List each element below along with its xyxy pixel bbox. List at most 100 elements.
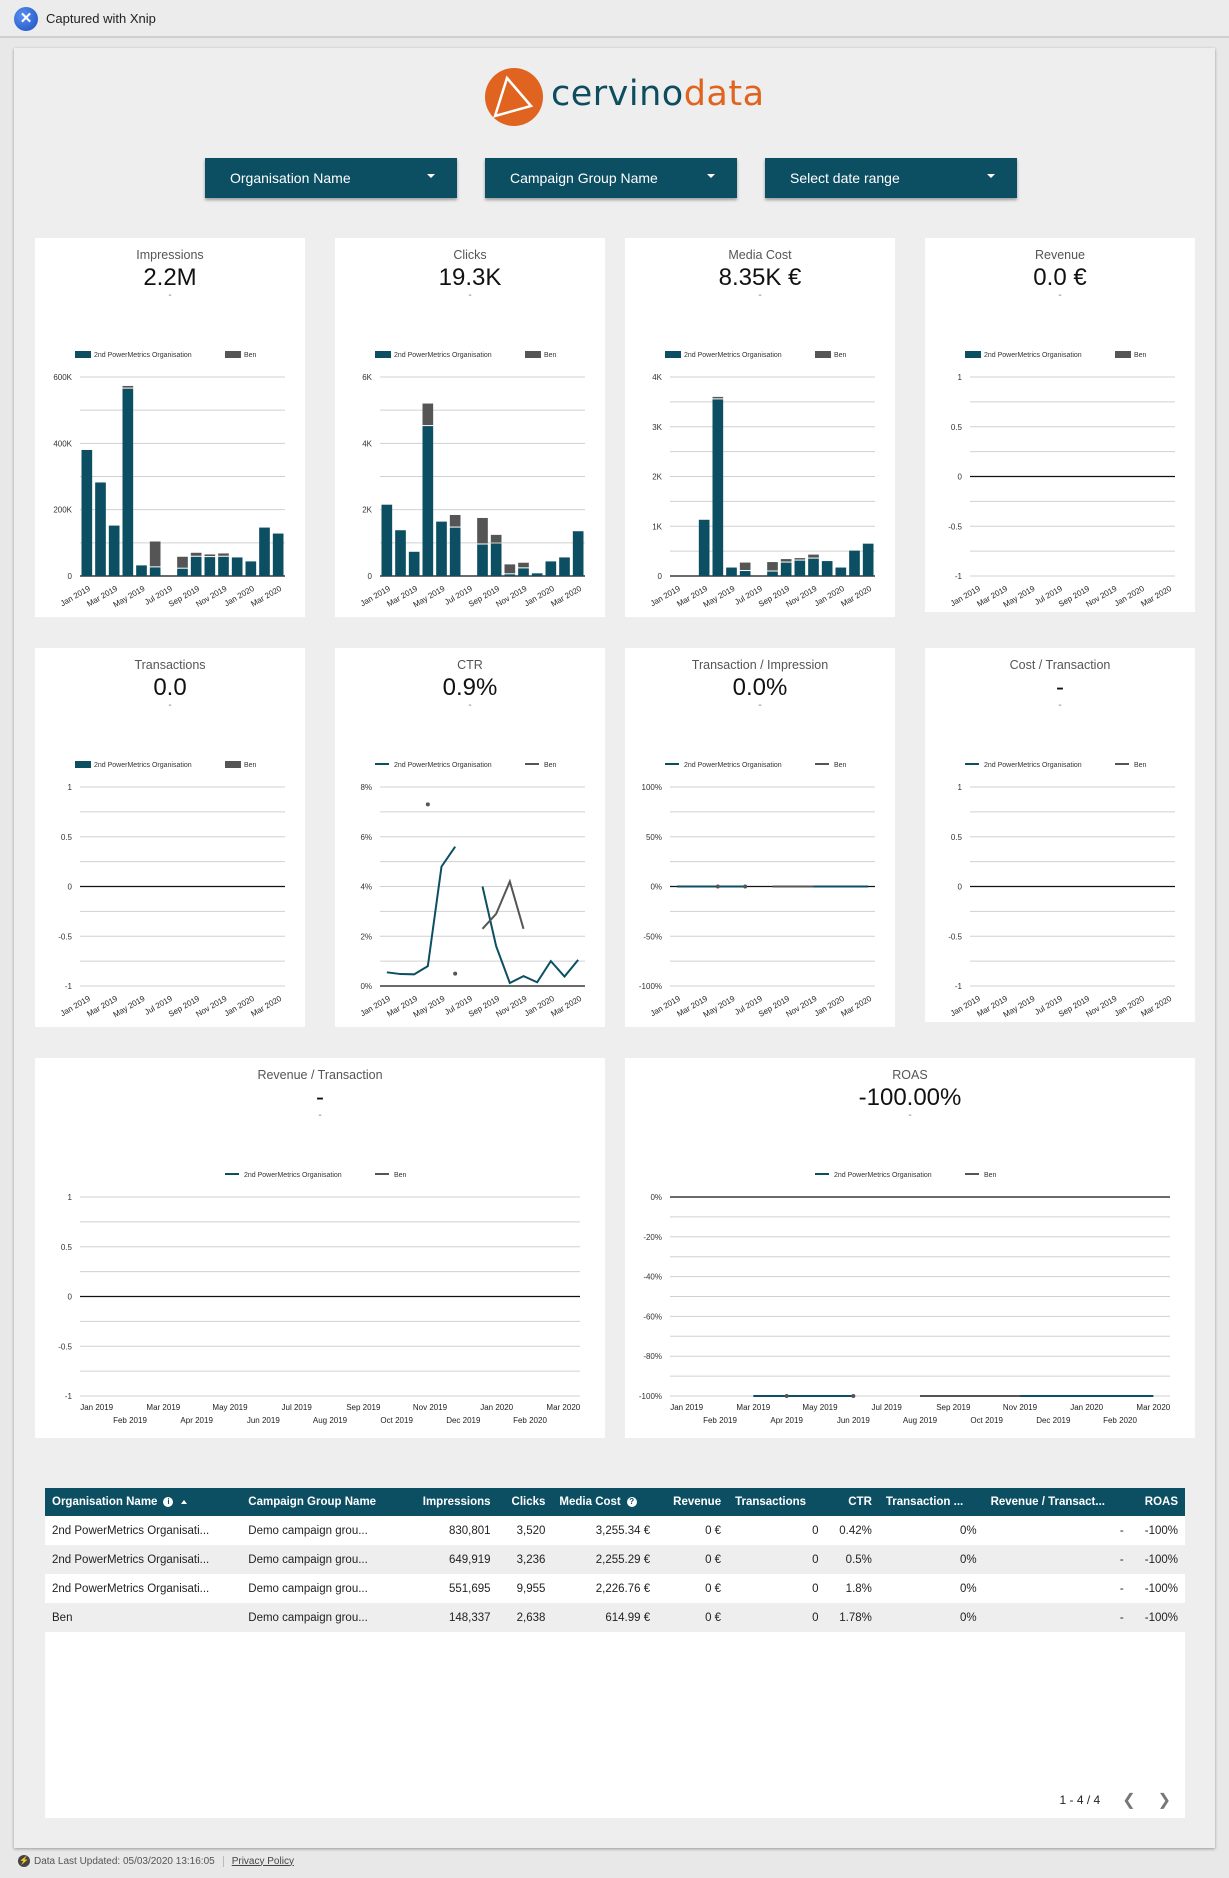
line-point [851,1394,856,1398]
y-tick-label: 0% [650,1193,662,1202]
bar-series1 [726,567,737,576]
sort-ascending-icon[interactable] [181,1499,188,1504]
bar-series1 [108,525,120,576]
table-cell: 0 [728,1516,826,1545]
bar-series1 [712,399,724,576]
x-tick-label: May 2019 [412,994,447,1020]
footer: ⚡ Data Last Updated: 05/03/2020 13:16:05… [18,1855,294,1867]
column-header[interactable]: Organisation Name i [45,1488,242,1516]
bar-series1 [149,567,161,576]
x-tick-label: Jul 2019 [872,1403,903,1412]
y-tick-label: -1 [955,572,963,581]
y-tick-label: 1 [958,373,963,382]
privacy-policy-link[interactable]: Privacy Policy [232,1856,294,1867]
y-tick-label: 0 [68,572,73,581]
bar-series1 [177,568,188,576]
legend-label: 2nd PowerMetrics Organisation [394,762,492,769]
chart-legend: 2nd PowerMetrics Organisation Ben [375,762,557,769]
y-tick-label: -0.5 [948,932,962,941]
info-icon[interactable]: ? [626,1496,637,1507]
y-tick-label: 2K [652,473,662,482]
x-tick-label: Nov 2019 [413,1403,448,1412]
bar-series2 [218,553,229,556]
clicks-card: Clicks 19.3K - 2nd PowerMetrics Organisa… [335,238,605,617]
x-tick-label: May 2019 [702,994,737,1020]
column-header[interactable]: Impressions [403,1488,498,1516]
legend-label: 2nd PowerMetrics Organisation [394,352,492,359]
chart-legend: 2nd PowerMetrics Organisation Ben [665,762,847,769]
table-cell: 9,955 [497,1574,553,1603]
chart-legend: 2nd PowerMetrics Organisation Ben [375,351,557,359]
legend-label: Ben [834,762,847,769]
column-header[interactable]: CTR [825,1488,879,1516]
column-header[interactable]: Transactions [728,1488,826,1516]
window-title: Captured with Xnip [46,11,156,26]
table-cell: 0 [728,1574,826,1603]
column-header[interactable]: Revenue / Transact... [983,1488,1131,1516]
legend-label: Ben [394,1172,407,1179]
bar-series1 [422,426,434,576]
legend-label: Ben [244,762,257,769]
y-tick-label: -0.5 [58,932,72,941]
x-tick-label: Mar 2019 [146,1403,180,1412]
y-tick-label: 1K [652,522,662,531]
table-row[interactable]: Ben Demo campaign grou... 148,337 2,638 614.… [45,1603,1185,1632]
table-cell: 1.8% [825,1574,879,1603]
legend-label: 2nd PowerMetrics Organisation [684,352,782,359]
column-header-label: Campaign Group Name [248,1496,377,1508]
column-header[interactable]: Campaign Group Name [241,1488,404,1516]
x-tick-label: Nov 2019 [494,584,529,609]
table-cell: Demo campaign grou... [241,1545,404,1574]
info-icon[interactable]: i [163,1496,174,1507]
organisation-name-filter[interactable]: Organisation Name [205,158,457,198]
legend-label: 2nd PowerMetrics Organisation [244,1172,342,1179]
legend-label: Ben [1134,762,1147,769]
table-row[interactable]: 2nd PowerMetrics Organisati... Demo campa… [45,1516,1185,1545]
x-tick-label: Jan 2019 [670,1403,703,1412]
x-tick-label: Mar 2020 [839,584,873,609]
table-cell: 2,226.76 € [552,1574,658,1603]
x-tick-label: Mar 2020 [549,994,583,1019]
txn_per_impr-chart: 2nd PowerMetrics Organisation Ben -100% -50… [639,762,875,1020]
prev-page-icon[interactable]: ❮ [1122,1790,1135,1810]
table-cell: 0 [728,1545,826,1574]
x-tick-label: Jun 2019 [247,1416,280,1425]
bar-series1 [218,556,229,576]
table-row[interactable]: 2nd PowerMetrics Organisati... Demo campa… [45,1574,1185,1603]
y-tick-label: 0 [958,473,963,482]
table-row[interactable]: 2nd PowerMetrics Organisati... Demo campa… [45,1545,1185,1574]
bar-series1 [259,527,270,576]
caret-down-icon [987,174,995,178]
column-header[interactable]: Media Cost? [552,1488,658,1516]
xnip-icon: ✕ [14,7,38,31]
column-header[interactable]: ROAS [1130,1488,1185,1516]
bar-series1 [572,531,584,576]
campaign-group-name-filter[interactable]: Campaign Group Name [485,158,737,198]
x-tick-label: Oct 2019 [380,1416,413,1425]
column-header[interactable]: Revenue [657,1488,729,1516]
column-header[interactable]: Clicks [497,1488,553,1516]
bar-series1 [436,521,447,576]
column-header[interactable]: Transaction ... [878,1488,984,1516]
next-page-icon[interactable]: ❯ [1158,1790,1171,1810]
ctr-chart: 2nd PowerMetrics Organisation Ben 0% 2% 4% 6%… [359,762,585,1020]
table-cell: 0 [728,1603,826,1632]
media_cost-chart: 2nd PowerMetrics Organisation Ben 0 1K 2K 3K 4… [649,351,875,610]
x-tick-label: Nov 2019 [494,994,529,1019]
column-header-label: ROAS [1144,1496,1178,1508]
column-header-label: Transaction ... [885,1496,964,1508]
x-tick-label: May 2019 [1002,994,1037,1020]
column-header-label: CTR [848,1496,872,1508]
table-cell: 148,337 [403,1603,498,1632]
transaction-per-impression-card: Transaction / Impression 0.0% - 2nd Powe… [625,648,895,1027]
logo-mark-icon [485,68,543,126]
bar-series1 [490,543,502,576]
legend-label: Ben [544,762,557,769]
table-cell: - [983,1603,1131,1632]
table-cell: 2nd PowerMetrics Organisati... [45,1516,242,1545]
date-range-filter[interactable]: Select date range [765,158,1017,198]
bar-series1 [381,504,393,576]
table-cell: 551,695 [403,1574,498,1603]
bar-series1 [190,556,202,576]
x-tick-label: May 2019 [702,584,737,610]
